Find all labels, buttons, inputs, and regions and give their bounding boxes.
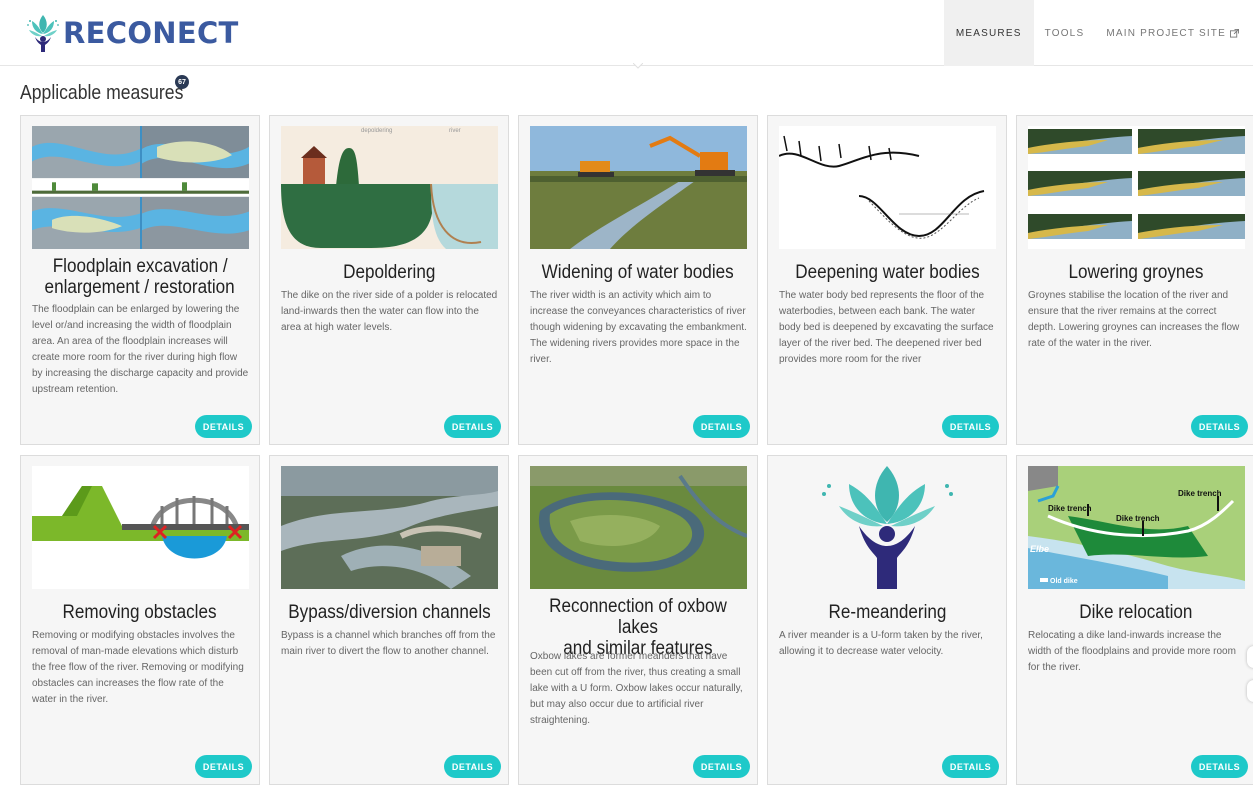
details-button[interactable]: DETAILS <box>942 755 999 778</box>
card-description: The river width is an activity which aim… <box>530 290 747 365</box>
nav-main-project-site-label: MAIN PROJECT SITE <box>1106 27 1226 39</box>
card-description: Removing or modifying obstacles involves… <box>32 630 244 705</box>
card-title: Removing obstacles <box>63 602 217 623</box>
riverbed-sketch-image <box>779 126 996 249</box>
measure-card-widening: Widening of water bodies The river width… <box>518 115 758 445</box>
active-nav-caret-icon <box>633 63 643 69</box>
nav-measures[interactable]: MEASURES <box>943 0 1034 66</box>
card-description: A river meander is a U-form taken by the… <box>779 630 983 657</box>
svg-text:Dike trench: Dike trench <box>1048 504 1092 513</box>
external-link-icon <box>1230 28 1239 38</box>
reconect-lotus-logo-image <box>779 466 996 589</box>
card-description: The water body bed represents the floor … <box>779 290 994 365</box>
excavator-photo-image <box>530 126 747 249</box>
section-title: Applicable measures <box>20 82 184 104</box>
measure-card-deepening: Deepening water bodies The water body be… <box>767 115 1007 445</box>
brand-name: RECONECT <box>63 16 239 50</box>
card-description: Oxbow lakes are former meanders that hav… <box>530 651 743 726</box>
lotus-logo-icon <box>27 15 59 52</box>
dike-relocation-map-image: Dike trench Dike trench Dike trench Elbe… <box>1028 466 1245 589</box>
measure-card-remeandering: Re-meandering A river meander is a U-for… <box>767 455 1007 785</box>
details-button[interactable]: DETAILS <box>444 755 501 778</box>
card-title: Dike relocation <box>1079 602 1193 623</box>
svg-text:Dike trench: Dike trench <box>1116 514 1160 523</box>
svg-text:Dike trench: Dike trench <box>1178 489 1222 498</box>
svg-text:river: river <box>449 128 461 134</box>
measure-card-dike-relocation: Dike trench Dike trench Dike trench Elbe… <box>1016 455 1253 785</box>
measure-card-depoldering: depoldering river Depoldering The dike o… <box>269 115 509 445</box>
svg-text:depoldering: depoldering <box>361 128 392 134</box>
depoldering-diagram-image: depoldering river <box>281 126 498 249</box>
details-button[interactable]: DETAILS <box>444 415 501 438</box>
card-description: The floodplain can be enlarged by loweri… <box>32 304 249 395</box>
card-description: The dike on the river side of a polder i… <box>281 290 498 333</box>
details-button[interactable]: DETAILS <box>1191 755 1248 778</box>
details-button[interactable]: DETAILS <box>195 415 252 438</box>
measure-card-removing-obstacles: Removing obstacles Removing or modifying… <box>20 455 260 785</box>
card-description: Relocating a dike land-inwards increase … <box>1028 630 1236 673</box>
card-title: Depoldering <box>342 262 436 283</box>
details-button[interactable]: DETAILS <box>195 755 252 778</box>
card-title: Floodplain excavation / enlargement / res… <box>44 256 236 298</box>
card-description: Bypass is a channel which branches off f… <box>281 630 496 657</box>
bypass-aerial-photo-image <box>281 466 498 589</box>
obstacles-diagram-image <box>32 466 249 589</box>
card-title: Re-meandering <box>828 602 946 623</box>
card-title: Widening of water bodies <box>541 262 735 283</box>
card-description: Groynes stabilise the location of the ri… <box>1028 290 1240 349</box>
nav-main-project-site[interactable]: MAIN PROJECT SITE <box>1095 0 1253 66</box>
card-title: Lowering groynes <box>1068 262 1204 283</box>
brand-logo[interactable]: RECONECT <box>26 12 239 54</box>
main-nav: MEASURES TOOLS MAIN PROJECT SITE <box>943 0 1253 66</box>
details-button[interactable]: DETAILS <box>693 415 750 438</box>
oxbow-aerial-photo-image <box>530 466 747 589</box>
floodplain-diagram-image <box>32 126 249 249</box>
top-navbar: RECONECT MEASURES TOOLS MAIN PROJECT SIT… <box>0 0 1253 66</box>
measure-card-oxbow-lakes: Reconnection of oxbow lakes and similar f… <box>518 455 758 785</box>
svg-text:Old dike: Old dike <box>1050 578 1078 585</box>
measure-card-floodplain: Floodplain excavation / enlargement / res… <box>20 115 260 445</box>
card-title: Deepening water bodies <box>794 262 980 283</box>
measure-card-bypass: Bypass/diversion channels Bypass is a ch… <box>269 455 509 785</box>
measures-count-badge: 67 <box>175 75 189 89</box>
groynes-diagram-image <box>1028 126 1245 249</box>
details-button[interactable]: DETAILS <box>942 415 999 438</box>
details-button[interactable]: DETAILS <box>1191 415 1248 438</box>
measure-card-lowering-groynes: Lowering groynes Groynes stabilise the l… <box>1016 115 1253 445</box>
nav-tools[interactable]: TOOLS <box>1034 0 1096 66</box>
svg-text:Elbe: Elbe <box>1030 544 1049 554</box>
side-scroll-handle[interactable] <box>1247 646 1253 668</box>
side-scroll-handle[interactable] <box>1247 680 1253 702</box>
card-title: Bypass/diversion channels <box>287 602 491 623</box>
details-button[interactable]: DETAILS <box>693 755 750 778</box>
